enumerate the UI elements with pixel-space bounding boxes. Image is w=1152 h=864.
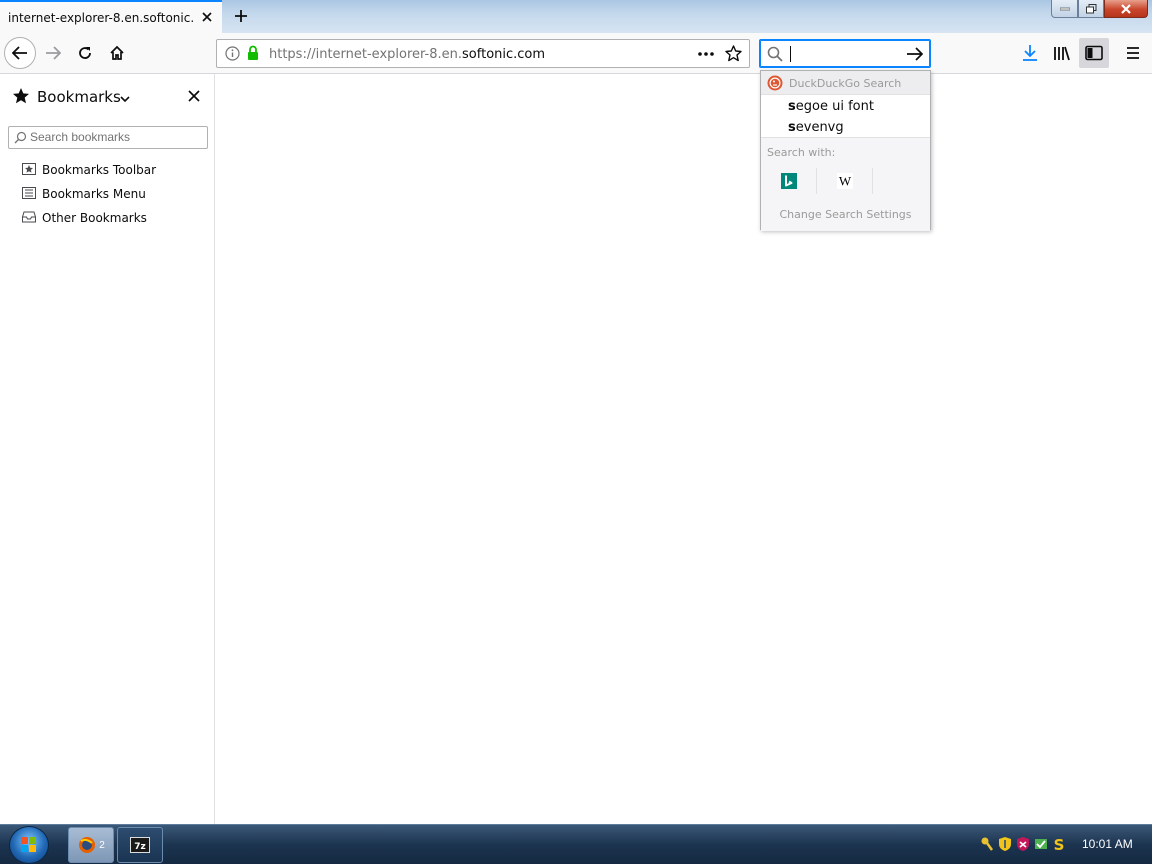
- suggestion-rest: egoe ui font: [795, 99, 874, 114]
- change-search-settings[interactable]: Change Search Settings: [761, 208, 930, 221]
- url-text: https://internet-explorer-8.en.softonic.…: [269, 47, 545, 62]
- taskbar-7zip[interactable]: 7z: [117, 827, 163, 863]
- forward-button[interactable]: [38, 38, 68, 68]
- plus-icon: [235, 10, 247, 22]
- network-key-icon[interactable]: [980, 836, 994, 852]
- back-button[interactable]: [4, 37, 36, 69]
- firefox-icon: [79, 837, 96, 853]
- bookmarks-sidebar: Bookmarks Bookmarks Toolbar Bookmarks Me…: [0, 74, 215, 824]
- lock-icon[interactable]: [247, 45, 259, 64]
- windows-logo-icon: [21, 837, 36, 852]
- windows-taskbar: 2 7z S 10:01 AM: [0, 824, 1152, 864]
- close-icon: [1121, 3, 1131, 14]
- sidebar-toggle-button[interactable]: [1079, 38, 1109, 68]
- sidebar-icon: [1085, 45, 1103, 61]
- navigation-toolbar: https://internet-explorer-8.en.softonic.…: [0, 33, 1152, 74]
- star-icon: [12, 87, 30, 108]
- one-off-search-section: Search with: W Change Search Settings: [761, 137, 930, 231]
- bookmark-folder-label: Bookmarks Menu: [42, 187, 146, 201]
- minimize-icon: [1059, 7, 1070, 10]
- bing-icon: [780, 173, 797, 189]
- taskbar-firefox-group[interactable]: 2: [68, 827, 114, 863]
- restore-button[interactable]: [1078, 0, 1104, 18]
- home-icon: [110, 45, 124, 60]
- taskbar-clock[interactable]: 10:01 AM: [1082, 837, 1133, 851]
- sidebar-title[interactable]: Bookmarks: [37, 88, 121, 106]
- chevron-down-icon[interactable]: [120, 92, 130, 106]
- start-button[interactable]: [9, 826, 49, 864]
- tab-strip: internet-explorer-8.en.softonic.com: [0, 0, 1152, 33]
- tab-title: internet-explorer-8.en.softonic.com: [8, 11, 194, 25]
- search-with-label: Search with:: [767, 146, 836, 159]
- home-button[interactable]: [102, 38, 132, 68]
- bing-search-button[interactable]: [761, 168, 817, 194]
- svg-text:W: W: [838, 174, 851, 189]
- star-folder-icon: [22, 162, 36, 178]
- bookmarks-search-input[interactable]: [30, 130, 200, 144]
- tab-current[interactable]: internet-explorer-8.en.softonic.com: [0, 0, 222, 33]
- 7zip-icon: 7z: [130, 837, 150, 853]
- wikipedia-icon: W: [836, 173, 853, 189]
- window-controls: [1051, 0, 1148, 18]
- wikipedia-search-button[interactable]: W: [817, 168, 873, 194]
- restore-icon: [1085, 3, 1096, 13]
- search-icon: [14, 131, 27, 147]
- url-prefix: https://internet-explorer-8.en.: [269, 47, 463, 62]
- shield-icon[interactable]: [998, 836, 1012, 852]
- bookmarks-search-field[interactable]: [8, 126, 208, 149]
- search-engine-name: DuckDuckGo Search: [789, 77, 902, 90]
- search-engine-header: DuckDuckGo Search: [761, 71, 930, 95]
- s-app-icon[interactable]: S: [1052, 836, 1066, 852]
- security-check-icon[interactable]: [1034, 836, 1048, 852]
- svg-text:S: S: [1054, 836, 1065, 852]
- reload-button[interactable]: [70, 38, 100, 68]
- downloads-button[interactable]: [1015, 38, 1045, 68]
- close-icon[interactable]: [198, 8, 216, 26]
- download-icon: [1023, 45, 1037, 61]
- window-close-button[interactable]: [1104, 0, 1148, 18]
- info-icon[interactable]: [225, 46, 240, 64]
- minimize-button[interactable]: [1051, 0, 1078, 18]
- forward-arrow-icon: [46, 46, 61, 60]
- hamburger-icon: [1127, 47, 1139, 59]
- url-bar[interactable]: https://internet-explorer-8.en.softonic.…: [216, 39, 750, 68]
- tray-folder-icon: [22, 211, 36, 226]
- reload-icon: [79, 47, 91, 59]
- antivirus-icon[interactable]: [1016, 836, 1030, 852]
- new-tab-button[interactable]: [228, 4, 254, 28]
- library-button[interactable]: [1047, 38, 1077, 68]
- search-suggestion[interactable]: sevenvg: [788, 120, 844, 135]
- search-icon[interactable]: [767, 46, 783, 65]
- bookmark-folder-menu[interactable]: Bookmarks Menu: [22, 184, 146, 204]
- sidebar-close-icon[interactable]: [188, 90, 200, 105]
- search-suggestions-popup: DuckDuckGo Search segoe ui font sevenvg …: [760, 70, 931, 231]
- bookmark-folder-label: Bookmarks Toolbar: [42, 163, 157, 177]
- search-bar[interactable]: [759, 39, 931, 68]
- window-count-badge: 2: [99, 839, 105, 851]
- menu-folder-icon: [22, 186, 36, 202]
- svg-text:7z: 7z: [134, 842, 146, 852]
- search-suggestion[interactable]: segoe ui font: [788, 99, 874, 114]
- suggestion-match: s: [788, 120, 796, 135]
- text-cursor: [790, 46, 791, 62]
- back-arrow-icon: [12, 46, 27, 60]
- bookmark-folder-label: Other Bookmarks: [42, 211, 147, 225]
- bookmark-folder-toolbar[interactable]: Bookmarks Toolbar: [22, 160, 156, 180]
- duckduckgo-icon: [767, 75, 783, 94]
- menu-button[interactable]: [1118, 38, 1148, 68]
- bookmark-star-icon[interactable]: [725, 45, 742, 65]
- url-host: softonic.com: [462, 47, 546, 62]
- suggestion-match: s: [788, 99, 796, 114]
- library-icon: [1054, 46, 1070, 61]
- bookmark-folder-other[interactable]: Other Bookmarks: [22, 208, 147, 228]
- suggestion-rest: evenvg: [795, 120, 844, 135]
- page-actions-icon[interactable]: [697, 47, 715, 64]
- sidebar-header: Bookmarks: [0, 74, 215, 118]
- search-go-icon[interactable]: [906, 46, 924, 65]
